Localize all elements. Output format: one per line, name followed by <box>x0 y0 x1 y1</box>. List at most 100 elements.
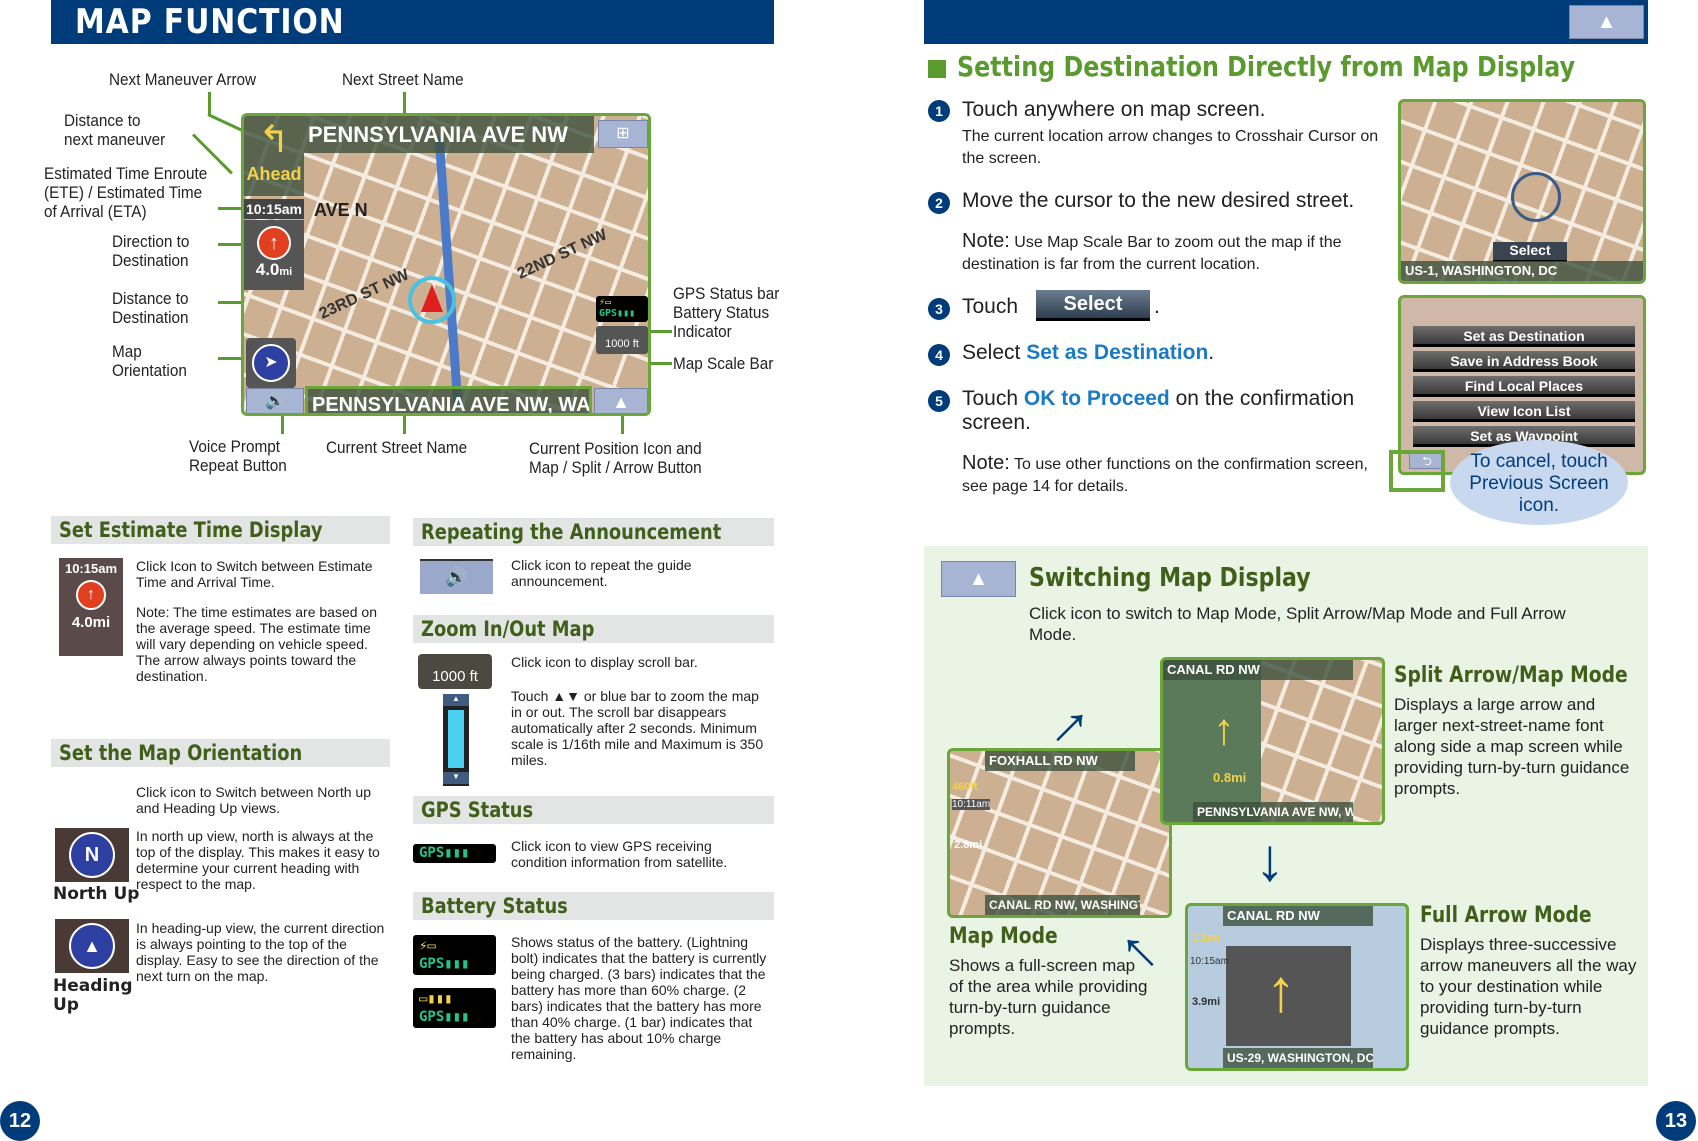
gps-text: Click icon to view GPS receiving conditi… <box>511 838 728 870</box>
full-dist: 1.1mi <box>1192 932 1221 944</box>
section-heading-repeat: Repeating the Announcement <box>413 518 774 546</box>
top-street: CANAL RD NW <box>1163 660 1353 680</box>
battery-charging-icon: ⚡▭ GPS▮▮▮ <box>413 935 496 975</box>
zoom-level-bar[interactable] <box>448 710 464 768</box>
select-button-image: Select <box>1036 290 1150 321</box>
estimate-text-1: Click Icon to Switch between Estimate Ti… <box>136 558 373 590</box>
section-heading-estimate: Set Estimate Time Display <box>51 516 390 544</box>
zoom-out-button[interactable]: ▼ <box>443 772 469 784</box>
maneuver-panel: ↰ Ahead <box>244 116 304 196</box>
map-mode-eta: 10:11am <box>952 799 991 810</box>
map-split-arrow-button[interactable]: ▲ <box>594 388 648 413</box>
step-number: 5 <box>928 390 950 412</box>
leader-line <box>218 301 243 304</box>
zoom-text-1: Click icon to display scroll bar. <box>511 654 698 670</box>
leader-line <box>650 362 672 365</box>
callout-scale-bar: Map Scale Bar <box>673 354 774 373</box>
heading-bullet <box>928 60 946 78</box>
eta-display[interactable]: 10:15am <box>244 199 304 219</box>
gps-status-icon[interactable]: GPS▮▮▮ <box>413 844 496 863</box>
leader-line <box>207 113 245 133</box>
callout-voice: Voice Prompt Repeat Button <box>189 437 287 475</box>
repeat-text: Click icon to repeat the guide announcem… <box>511 557 692 589</box>
voice-repeat-icon[interactable]: 🔊 <box>420 559 493 594</box>
callout-current-street: Current Street Name <box>326 438 468 457</box>
step-number: 2 <box>928 192 950 214</box>
leader-line <box>218 207 243 210</box>
menu-view-icon-list[interactable]: View Icon List <box>1413 401 1635 422</box>
cancel-bubble: To cancel, touch Previous Screen icon. <box>1450 440 1628 525</box>
heading-up-icon[interactable]: ▲ <box>55 919 129 973</box>
switching-heading: Switching Map Display <box>1029 563 1311 593</box>
scale-bar-icon[interactable]: 1000 ft <box>418 654 492 689</box>
battery-full-icon: ▭▮▮▮ GPS▮▮▮ <box>413 988 496 1028</box>
step-number: 4 <box>928 344 950 366</box>
callout-next-maneuver-arrow: Next Maneuver Arrow <box>109 70 257 89</box>
full-arrow-icon: ↑ <box>1266 957 1296 1024</box>
leader-line <box>621 414 624 434</box>
full-dest: 3.9mi <box>1192 996 1221 1008</box>
north-up-icon[interactable]: N <box>55 828 129 882</box>
callout-next-street-name: Next Street Name <box>342 70 464 89</box>
map-mode-screen: FOXHALL RD NW 460ft 10:11am 2.8mi CANAL … <box>947 748 1172 918</box>
full-eta: 10:15am <box>1190 956 1229 967</box>
menu-button[interactable]: ⊞ <box>598 120 648 148</box>
crosshair-cursor-icon <box>1511 172 1561 222</box>
map-mode-dist: 460ft <box>952 781 978 793</box>
street-bar: US-1, WASHINGTON, DC <box>1401 261 1643 281</box>
gps-battery-indicator[interactable]: ⚡▭ GPS▮▮▮ <box>596 296 648 322</box>
top-street: CANAL RD NW <box>1223 906 1373 926</box>
north-up-text: In north up view, north is always at the… <box>136 828 380 892</box>
direction-arrow-icon: ↑ <box>257 226 291 260</box>
next-street-name: PENNSYLVANIA AVE NW <box>308 122 568 147</box>
callout-distance-destination: Distance to Destination <box>112 289 189 327</box>
switching-text: Click icon to switch to Map Mode, Split … <box>1029 604 1566 644</box>
page-number-right: 13 <box>1656 1101 1696 1141</box>
voice-repeat-button[interactable]: 🔊 <box>246 388 304 413</box>
step-2-text: Move the cursor to the new desired stree… <box>962 189 1355 212</box>
scale-bar-button[interactable]: 1000 ft <box>596 326 648 354</box>
step-5-text: Touch OK to Proceed on the confirmation … <box>962 387 1355 434</box>
compass-icon: ➤ <box>252 344 290 382</box>
step-4-text: Select Set as Destination. <box>962 341 1215 364</box>
menu-save-address-book[interactable]: Save in Address Book <box>1413 351 1635 372</box>
previous-screen-highlight <box>1389 450 1445 492</box>
step-1-sub: The current location arrow changes to Cr… <box>962 128 1379 167</box>
map-split-arrow-button[interactable]: ▲ <box>1569 5 1644 39</box>
next-street-bar: PENNSYLVANIA AVE NW <box>304 116 594 153</box>
section-heading-battery: Battery Status <box>413 892 774 920</box>
page-number-left: 12 <box>0 1101 40 1141</box>
callout-direction: Direction to Destination <box>112 232 190 270</box>
zoom-in-button[interactable]: ▲ <box>443 694 469 706</box>
select-button[interactable]: Select <box>1493 242 1567 262</box>
switching-icon: ▲ <box>941 561 1016 597</box>
estimate-time-icon[interactable]: 10:15am ↑ 4.0mi <box>59 558 123 656</box>
bottom-street: PENNSYLVANIA AVE NW, WA <box>1193 802 1353 822</box>
section-heading-zoom: Zoom In/Out Map <box>413 615 774 643</box>
cycle-arrow-icon: ↓ <box>1255 826 1285 893</box>
leader-line <box>403 92 406 114</box>
orientation-button[interactable]: ➤ <box>246 338 296 388</box>
current-street-name: PENNSYLVANIA AVE NW, WA <box>312 394 591 416</box>
leader-line <box>218 243 243 246</box>
direction-panel[interactable]: ↑ 4.0mi <box>244 220 304 290</box>
bottom-street: US-29, WASHINGTON, DC <box>1223 1048 1373 1068</box>
estimate-text-2: Note: The time estimates are based on th… <box>136 604 377 684</box>
step-5-note: Note: To use other functions on the conf… <box>962 452 1368 495</box>
right-header-bar: ▲ <box>924 0 1648 44</box>
split-dist: 0.8mi <box>1213 770 1247 785</box>
full-arrow-heading: Full Arrow Mode <box>1420 903 1592 928</box>
menu-find-local-places[interactable]: Find Local Places <box>1413 376 1635 397</box>
split-arrow-icon: ↑ <box>1213 705 1235 754</box>
zoom-scroll-bar[interactable]: ▲ ▼ <box>443 694 469 786</box>
callout-ete: Estimated Time Enroute (ETE) / Estimated … <box>44 164 208 221</box>
section-heading-gps: GPS Status <box>413 796 774 824</box>
split-mode-text: Displays a large arrow and larger next-s… <box>1394 695 1630 798</box>
north-up-label: North Up <box>53 884 140 904</box>
map-screen[interactable]: 23RD ST NW 22ND ST NW AVE N PENNSYLVANIA… <box>241 113 651 416</box>
next-maneuver-arrow-icon: ↰ <box>258 119 290 161</box>
page-title: MAP FUNCTION <box>75 2 345 42</box>
maneuver-label: Ahead <box>246 164 302 184</box>
menu-set-destination[interactable]: Set as Destination <box>1413 326 1635 347</box>
crosshair-map-screen[interactable]: Select US-1, WASHINGTON, DC <box>1398 99 1646 284</box>
